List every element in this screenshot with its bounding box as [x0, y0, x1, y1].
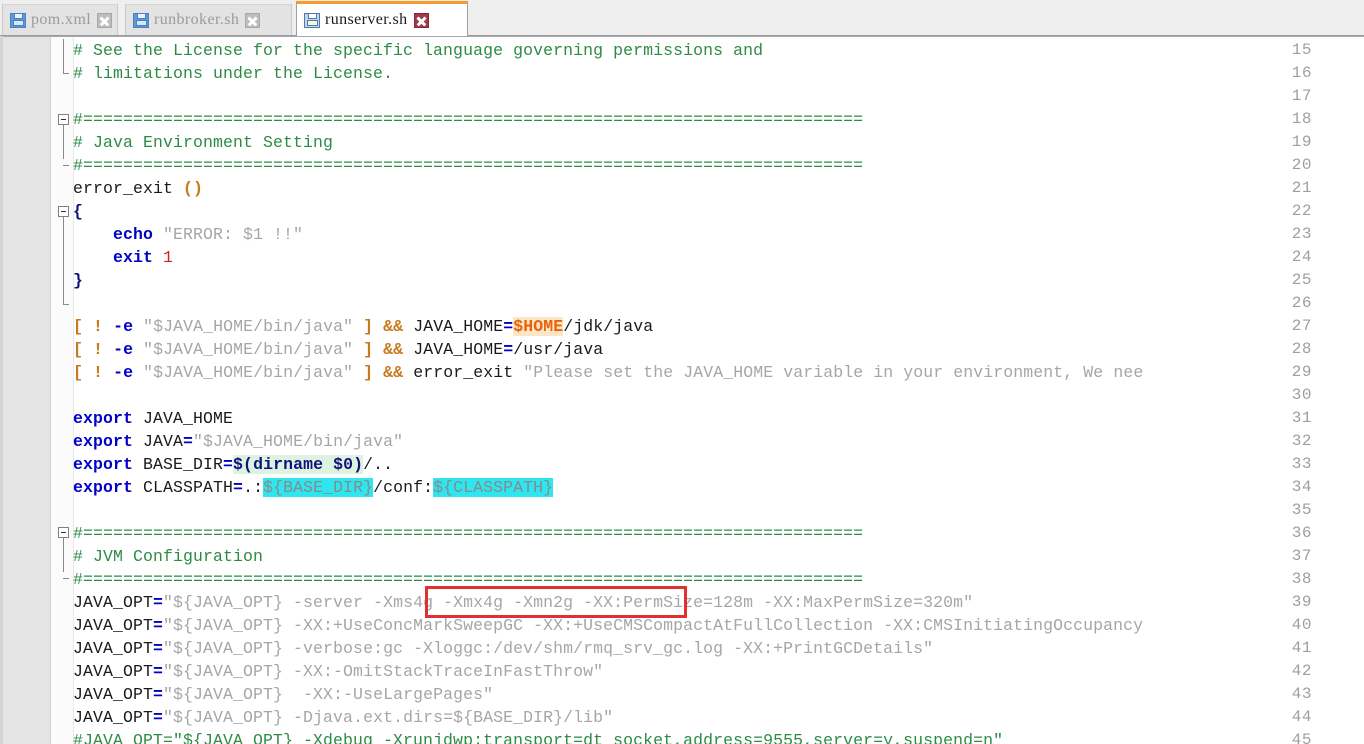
tab-bar: pom.xml runbroker.sh runserver.sh — [0, 0, 1364, 36]
line-number: 32 — [1291, 432, 1312, 450]
fold-guide-line — [63, 217, 64, 305]
tab-label: runserver.sh — [325, 11, 408, 28]
code-line-19[interactable]: # Java Environment Setting — [73, 131, 333, 154]
code-line-43[interactable]: JAVA_OPT="${JAVA_OPT} -XX:-UseLargePages… — [73, 683, 493, 706]
tab-pom-xml[interactable]: pom.xml — [2, 4, 118, 35]
fold-guide-line — [63, 538, 64, 572]
line-number: 42 — [1291, 662, 1312, 680]
line-number: 39 — [1291, 593, 1312, 611]
fold-toggle-icon[interactable] — [58, 206, 69, 217]
code-line-31[interactable]: export JAVA_HOME — [73, 407, 233, 430]
close-icon[interactable] — [245, 12, 261, 28]
line-number: 45 — [1291, 731, 1312, 744]
code-line-20[interactable]: #=======================================… — [73, 154, 863, 177]
code-line-21[interactable]: error_exit () — [73, 177, 203, 200]
line-number: 44 — [1291, 708, 1312, 726]
line-number: 29 — [1291, 363, 1312, 381]
fold-end-marker — [63, 578, 69, 579]
code-line-15[interactable]: # See the License for the specific langu… — [73, 39, 763, 62]
line-number: 24 — [1291, 248, 1312, 266]
line-number: 28 — [1291, 340, 1312, 358]
line-number: 20 — [1291, 156, 1312, 174]
code-line-36[interactable]: #=======================================… — [73, 522, 863, 545]
line-number: 41 — [1291, 639, 1312, 657]
fold-end-marker — [63, 165, 69, 166]
code-line-45[interactable]: #JAVA_OPT="${JAVA_OPT} -Xdebug -Xrunjdwp… — [73, 729, 1003, 744]
line-number: 23 — [1291, 225, 1312, 243]
fold-toggle-icon[interactable] — [58, 527, 69, 538]
line-number: 16 — [1291, 64, 1312, 82]
fold-end-marker — [63, 304, 69, 305]
code-line-24[interactable]: exit 1 — [73, 246, 173, 269]
code-line-23[interactable]: echo "ERROR: $1 !!" — [73, 223, 303, 246]
code-line-40[interactable]: JAVA_OPT="${JAVA_OPT} -XX:+UseConcMarkSw… — [73, 614, 1143, 637]
line-number: 34 — [1291, 478, 1312, 496]
code-line-18[interactable]: #=======================================… — [73, 108, 863, 131]
file-icon — [133, 12, 149, 28]
code-line-42[interactable]: JAVA_OPT="${JAVA_OPT} -XX:-OmitStackTrac… — [73, 660, 603, 683]
line-number: 21 — [1291, 179, 1312, 197]
line-number: 27 — [1291, 317, 1312, 335]
file-icon — [10, 12, 26, 28]
code-line-39[interactable]: JAVA_OPT="${JAVA_OPT} -server -Xms4g -Xm… — [73, 591, 973, 614]
code-line-32[interactable]: export JAVA="$JAVA_HOME/bin/java" — [73, 430, 403, 453]
code-editor[interactable]: 15 16 17 18 19 20 21 22 23 24 25 26 27 2… — [0, 36, 1364, 744]
line-number: 36 — [1291, 524, 1312, 542]
line-number: 15 — [1291, 41, 1312, 59]
fold-guide-line — [63, 125, 64, 159]
code-line-25[interactable]: } — [73, 269, 83, 292]
fold-end-marker — [63, 73, 69, 74]
line-number: 26 — [1291, 294, 1312, 312]
line-number: 19 — [1291, 133, 1312, 151]
line-number: 37 — [1291, 547, 1312, 565]
line-number: 31 — [1291, 409, 1312, 427]
line-number: 35 — [1291, 501, 1312, 519]
editor-window: pom.xml runbroker.sh runserver.sh 15 16 … — [0, 0, 1364, 744]
fold-toggle-icon[interactable] — [58, 114, 69, 125]
code-line-41[interactable]: JAVA_OPT="${JAVA_OPT} -verbose:gc -Xlogg… — [73, 637, 933, 660]
code-line-28[interactable]: [ ! -e "$JAVA_HOME/bin/java" ] && JAVA_H… — [73, 338, 603, 361]
line-number: 18 — [1291, 110, 1312, 128]
line-number: 17 — [1291, 87, 1312, 105]
tab-runbroker-sh[interactable]: runbroker.sh — [125, 4, 292, 35]
tab-runserver-sh[interactable]: runserver.sh — [296, 1, 468, 36]
line-number: 33 — [1291, 455, 1312, 473]
code-line-44[interactable]: JAVA_OPT="${JAVA_OPT} -Djava.ext.dirs=${… — [73, 706, 613, 729]
floppy-icon — [304, 12, 320, 28]
tab-label: runbroker.sh — [154, 11, 240, 28]
code-line-37[interactable]: # JVM Configuration — [73, 545, 263, 568]
fold-guide-line — [63, 39, 64, 73]
code-line-16[interactable]: # limitations under the License. — [73, 62, 393, 85]
close-icon[interactable] — [413, 12, 429, 28]
line-number: 25 — [1291, 271, 1312, 289]
line-number: 40 — [1291, 616, 1312, 634]
code-line-33[interactable]: export BASE_DIR=$(dirname $0)/.. — [73, 453, 393, 476]
line-number: 30 — [1291, 386, 1312, 404]
line-number: 43 — [1291, 685, 1312, 703]
code-line-38[interactable]: #=======================================… — [73, 568, 863, 591]
code-line-27[interactable]: [ ! -e "$JAVA_HOME/bin/java" ] && JAVA_H… — [73, 315, 653, 338]
editor-left-edge — [0, 36, 3, 744]
close-icon[interactable] — [97, 12, 113, 28]
code-line-34[interactable]: export CLASSPATH=.:${BASE_DIR}/conf:${CL… — [73, 476, 554, 499]
line-number-gutter — [0, 37, 51, 744]
code-line-29[interactable]: [ ! -e "$JAVA_HOME/bin/java" ] && error_… — [73, 361, 1143, 384]
line-number: 22 — [1291, 202, 1312, 220]
tab-label: pom.xml — [31, 11, 92, 28]
line-number: 38 — [1291, 570, 1312, 588]
code-line-22[interactable]: { — [73, 200, 83, 223]
